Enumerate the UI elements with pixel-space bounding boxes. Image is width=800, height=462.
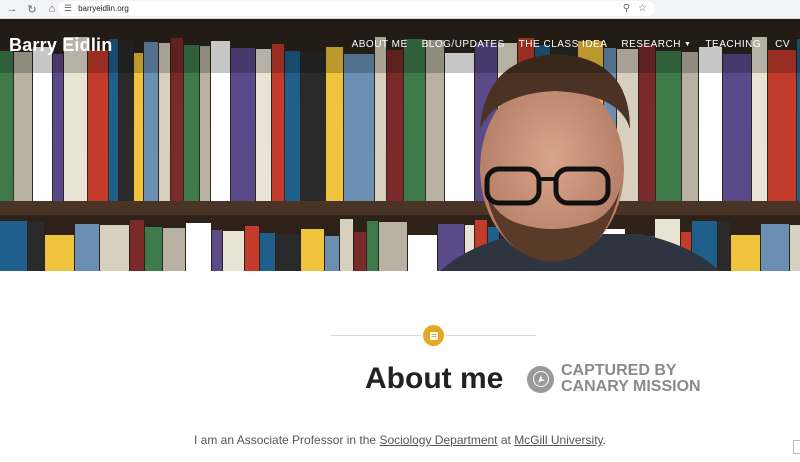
main-nav: ABOUT ME BLOG/UPDATES THE CLASS IDEA RES…	[352, 39, 790, 50]
divider-right	[446, 335, 536, 336]
canary-bird-icon	[527, 365, 554, 393]
side-tab[interactable]	[793, 440, 800, 454]
site-title[interactable]: Barry Eidlin	[9, 35, 112, 56]
intro-paragraph: I am an Associate Professor in the Socio…	[194, 433, 606, 447]
stamp-line-1: CAPTURED BY	[561, 362, 677, 379]
address-bar[interactable]: ☰ barryeidlin.org ⚲ ☆	[58, 1, 655, 16]
nav-blog-updates[interactable]: BLOG/UPDATES	[422, 39, 505, 50]
hero-banner: Barry Eidlin ABOUT ME BLOG/UPDATES THE C…	[0, 19, 800, 271]
url-text: barryeidlin.org	[78, 4, 129, 13]
nav-cv[interactable]: CV	[775, 39, 790, 50]
nav-the-class-idea[interactable]: THE CLASS IDEA	[519, 39, 608, 50]
note-icon	[423, 325, 444, 346]
browser-toolbar: → ↻ ⌂ ☰ barryeidlin.org ⚲ ☆	[0, 0, 800, 19]
stamp-line-2: CANARY MISSION	[561, 378, 701, 395]
page-heading: About me	[365, 362, 504, 395]
nav-teaching[interactable]: TEACHING	[705, 39, 761, 50]
nav-research[interactable]: RESEARCH ▼	[621, 39, 691, 50]
caret-down-icon: ▼	[683, 41, 692, 48]
sociology-department-link[interactable]: Sociology Department	[379, 433, 497, 447]
reload-icon[interactable]: ↻	[24, 1, 40, 17]
divider-left	[331, 335, 421, 336]
site-settings-icon[interactable]: ☰	[64, 3, 72, 14]
zoom-icon[interactable]: ⚲	[623, 3, 630, 14]
bookmark-star-icon[interactable]: ☆	[638, 3, 647, 14]
mcgill-university-link[interactable]: McGill University	[514, 433, 602, 447]
canary-mission-stamp: CAPTURED BY CANARY MISSION	[527, 363, 701, 395]
nav-about-me[interactable]: ABOUT ME	[352, 39, 408, 50]
back-arrow-icon[interactable]: →	[4, 1, 20, 17]
